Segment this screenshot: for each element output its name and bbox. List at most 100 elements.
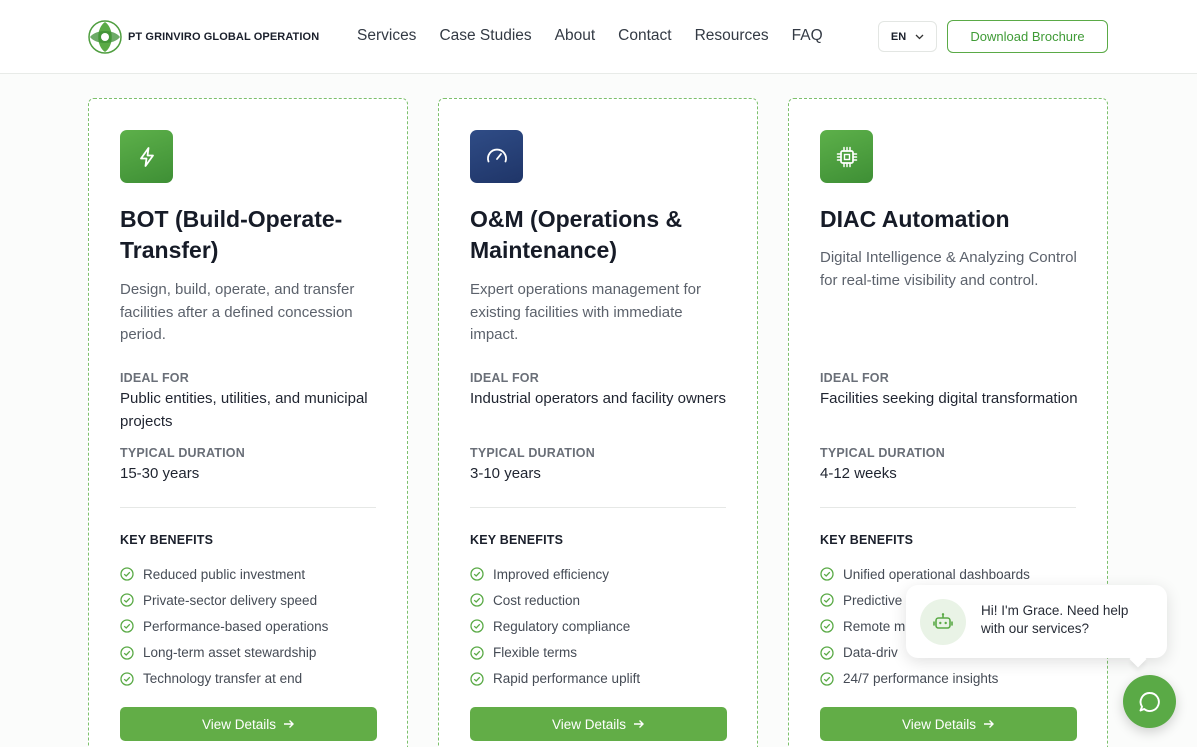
card-title: O&M (Operations & Maintenance) xyxy=(470,206,683,263)
nav-about[interactable]: About xyxy=(555,26,596,46)
list-item: Unified operational dashboards xyxy=(820,561,1082,587)
benefit-text: Improved efficiency xyxy=(493,566,610,582)
key-benefits-label: KEY BENEFITS xyxy=(820,533,914,547)
duration-label: TYPICAL DURATION xyxy=(820,446,945,460)
check-circle-icon xyxy=(470,646,484,660)
chat-greeting-bubble[interactable]: Hi! I'm Grace. Need help with our servic… xyxy=(906,585,1167,658)
list-item: Technology transfer at end xyxy=(120,666,382,692)
benefit-text: Flexible terms xyxy=(493,645,578,661)
ideal-for-value: Public entities, utilities, and municipa… xyxy=(120,390,368,430)
list-item: Long-term asset stewardship xyxy=(120,640,382,666)
check-circle-icon xyxy=(470,567,484,581)
view-details-button[interactable]: View Details xyxy=(120,707,377,741)
check-circle-icon xyxy=(120,567,134,581)
chat-icon xyxy=(1139,691,1160,712)
list-item: Improved efficiency xyxy=(470,561,732,587)
benefit-text: Predictive xyxy=(843,592,903,608)
check-circle-icon xyxy=(820,672,834,686)
nav-faq[interactable]: FAQ xyxy=(792,26,823,46)
service-card-om: O&M (Operations & Maintenance) Expert op… xyxy=(438,98,758,747)
check-circle-icon xyxy=(120,646,134,660)
check-circle-icon xyxy=(820,646,834,660)
lightning-icon xyxy=(120,130,173,183)
check-circle-icon xyxy=(820,567,834,581)
check-circle-icon xyxy=(470,672,484,686)
bot-avatar xyxy=(920,599,966,645)
list-item: Performance-based operations xyxy=(120,613,382,639)
list-item: Regulatory compliance xyxy=(470,613,732,639)
benefit-text: Reduced public investment xyxy=(143,566,306,582)
nav-case-studies[interactable]: Case Studies xyxy=(439,26,531,46)
benefits-list: Reduced public investment Private-sector… xyxy=(120,561,382,692)
duration-value: 4-12 weeks xyxy=(820,465,897,482)
benefits-list: Improved efficiency Cost reduction Regul… xyxy=(470,561,732,692)
check-circle-icon xyxy=(120,619,134,634)
duration-label: TYPICAL DURATION xyxy=(470,446,595,460)
divider xyxy=(120,507,376,508)
benefit-text: Data-driv xyxy=(843,645,898,661)
card-title: BOT (Build-Operate-Transfer) xyxy=(120,206,343,263)
arrow-right-icon xyxy=(634,720,645,728)
benefit-text: Remote m xyxy=(843,618,906,634)
check-circle-icon xyxy=(470,593,484,607)
key-benefits-label: KEY BENEFITS xyxy=(120,533,214,547)
benefit-text: Rapid performance uplift xyxy=(493,671,641,687)
chip-icon xyxy=(820,130,873,183)
ideal-for-value: Industrial operators and facility owners xyxy=(470,390,726,407)
nav-services[interactable]: Services xyxy=(357,26,416,46)
nav-contact[interactable]: Contact xyxy=(618,26,671,46)
view-details-button[interactable]: View Details xyxy=(470,707,727,741)
button-label: View Details xyxy=(551,716,627,732)
button-label: View Details xyxy=(901,716,977,732)
key-benefits-label: KEY BENEFITS xyxy=(470,533,564,547)
language-label: EN xyxy=(890,30,907,43)
benefit-text: Performance-based operations xyxy=(143,618,329,634)
duration-label: TYPICAL DURATION xyxy=(120,446,245,460)
arrow-right-icon xyxy=(284,720,295,728)
arrow-right-icon xyxy=(984,720,995,728)
gauge-icon xyxy=(470,130,523,183)
language-selector[interactable]: EN xyxy=(878,21,937,52)
brand-logo[interactable]: PT GRINVIRO GLOBAL OPERATION xyxy=(88,20,319,54)
benefit-text: 24/7 performance insights xyxy=(843,671,999,687)
list-item: 24/7 performance insights xyxy=(820,666,1082,692)
benefit-text: Unified operational dashboards xyxy=(843,566,1030,582)
card-description: Expert operations management for existin… xyxy=(470,281,701,343)
check-circle-icon xyxy=(120,593,134,607)
list-item: Private-sector delivery speed xyxy=(120,587,382,613)
ideal-for-value: Facilities seeking digital transformatio… xyxy=(820,390,1078,407)
view-details-button[interactable]: View Details xyxy=(820,707,1077,741)
open-chat-button[interactable] xyxy=(1123,675,1176,728)
duration-value: 15-30 years xyxy=(120,465,200,482)
check-circle-icon xyxy=(820,619,834,634)
list-item: Cost reduction xyxy=(470,587,732,613)
list-item: Flexible terms xyxy=(470,640,732,666)
ideal-for-label: IDEAL FOR xyxy=(470,371,539,385)
benefit-text: Technology transfer at end xyxy=(143,671,303,687)
list-item: Rapid performance uplift xyxy=(470,666,732,692)
ideal-for-label: IDEAL FOR xyxy=(820,371,889,385)
nav-resources[interactable]: Resources xyxy=(695,26,769,46)
download-brochure-button[interactable]: Download Brochure xyxy=(947,20,1108,53)
benefit-text: Long-term asset stewardship xyxy=(143,645,317,661)
chat-message: Hi! I'm Grace. Need help with our servic… xyxy=(981,603,1129,636)
benefit-text: Regulatory compliance xyxy=(493,618,631,634)
duration-value: 3-10 years xyxy=(470,465,541,482)
divider xyxy=(470,507,726,508)
check-circle-icon xyxy=(820,593,834,607)
card-description: Digital Intelligence & Analyzing Control… xyxy=(820,249,1077,289)
logo-text: PT GRINVIRO GLOBAL OPERATION xyxy=(128,31,320,43)
robot-icon xyxy=(933,613,953,629)
divider xyxy=(820,507,1076,508)
benefit-text: Private-sector delivery speed xyxy=(143,592,318,608)
ideal-for-label: IDEAL FOR xyxy=(120,371,189,385)
benefit-text: Cost reduction xyxy=(493,592,581,608)
button-label: View Details xyxy=(201,716,277,732)
check-circle-icon xyxy=(470,619,484,634)
list-item: Reduced public investment xyxy=(120,561,382,587)
logo-icon xyxy=(88,20,122,54)
chevron-down-icon xyxy=(915,34,924,39)
card-title: DIAC Automation xyxy=(820,206,1010,232)
main-nav: Services Case Studies About Contact Reso… xyxy=(357,26,846,46)
card-description: Design, build, operate, and transfer fac… xyxy=(120,281,355,343)
